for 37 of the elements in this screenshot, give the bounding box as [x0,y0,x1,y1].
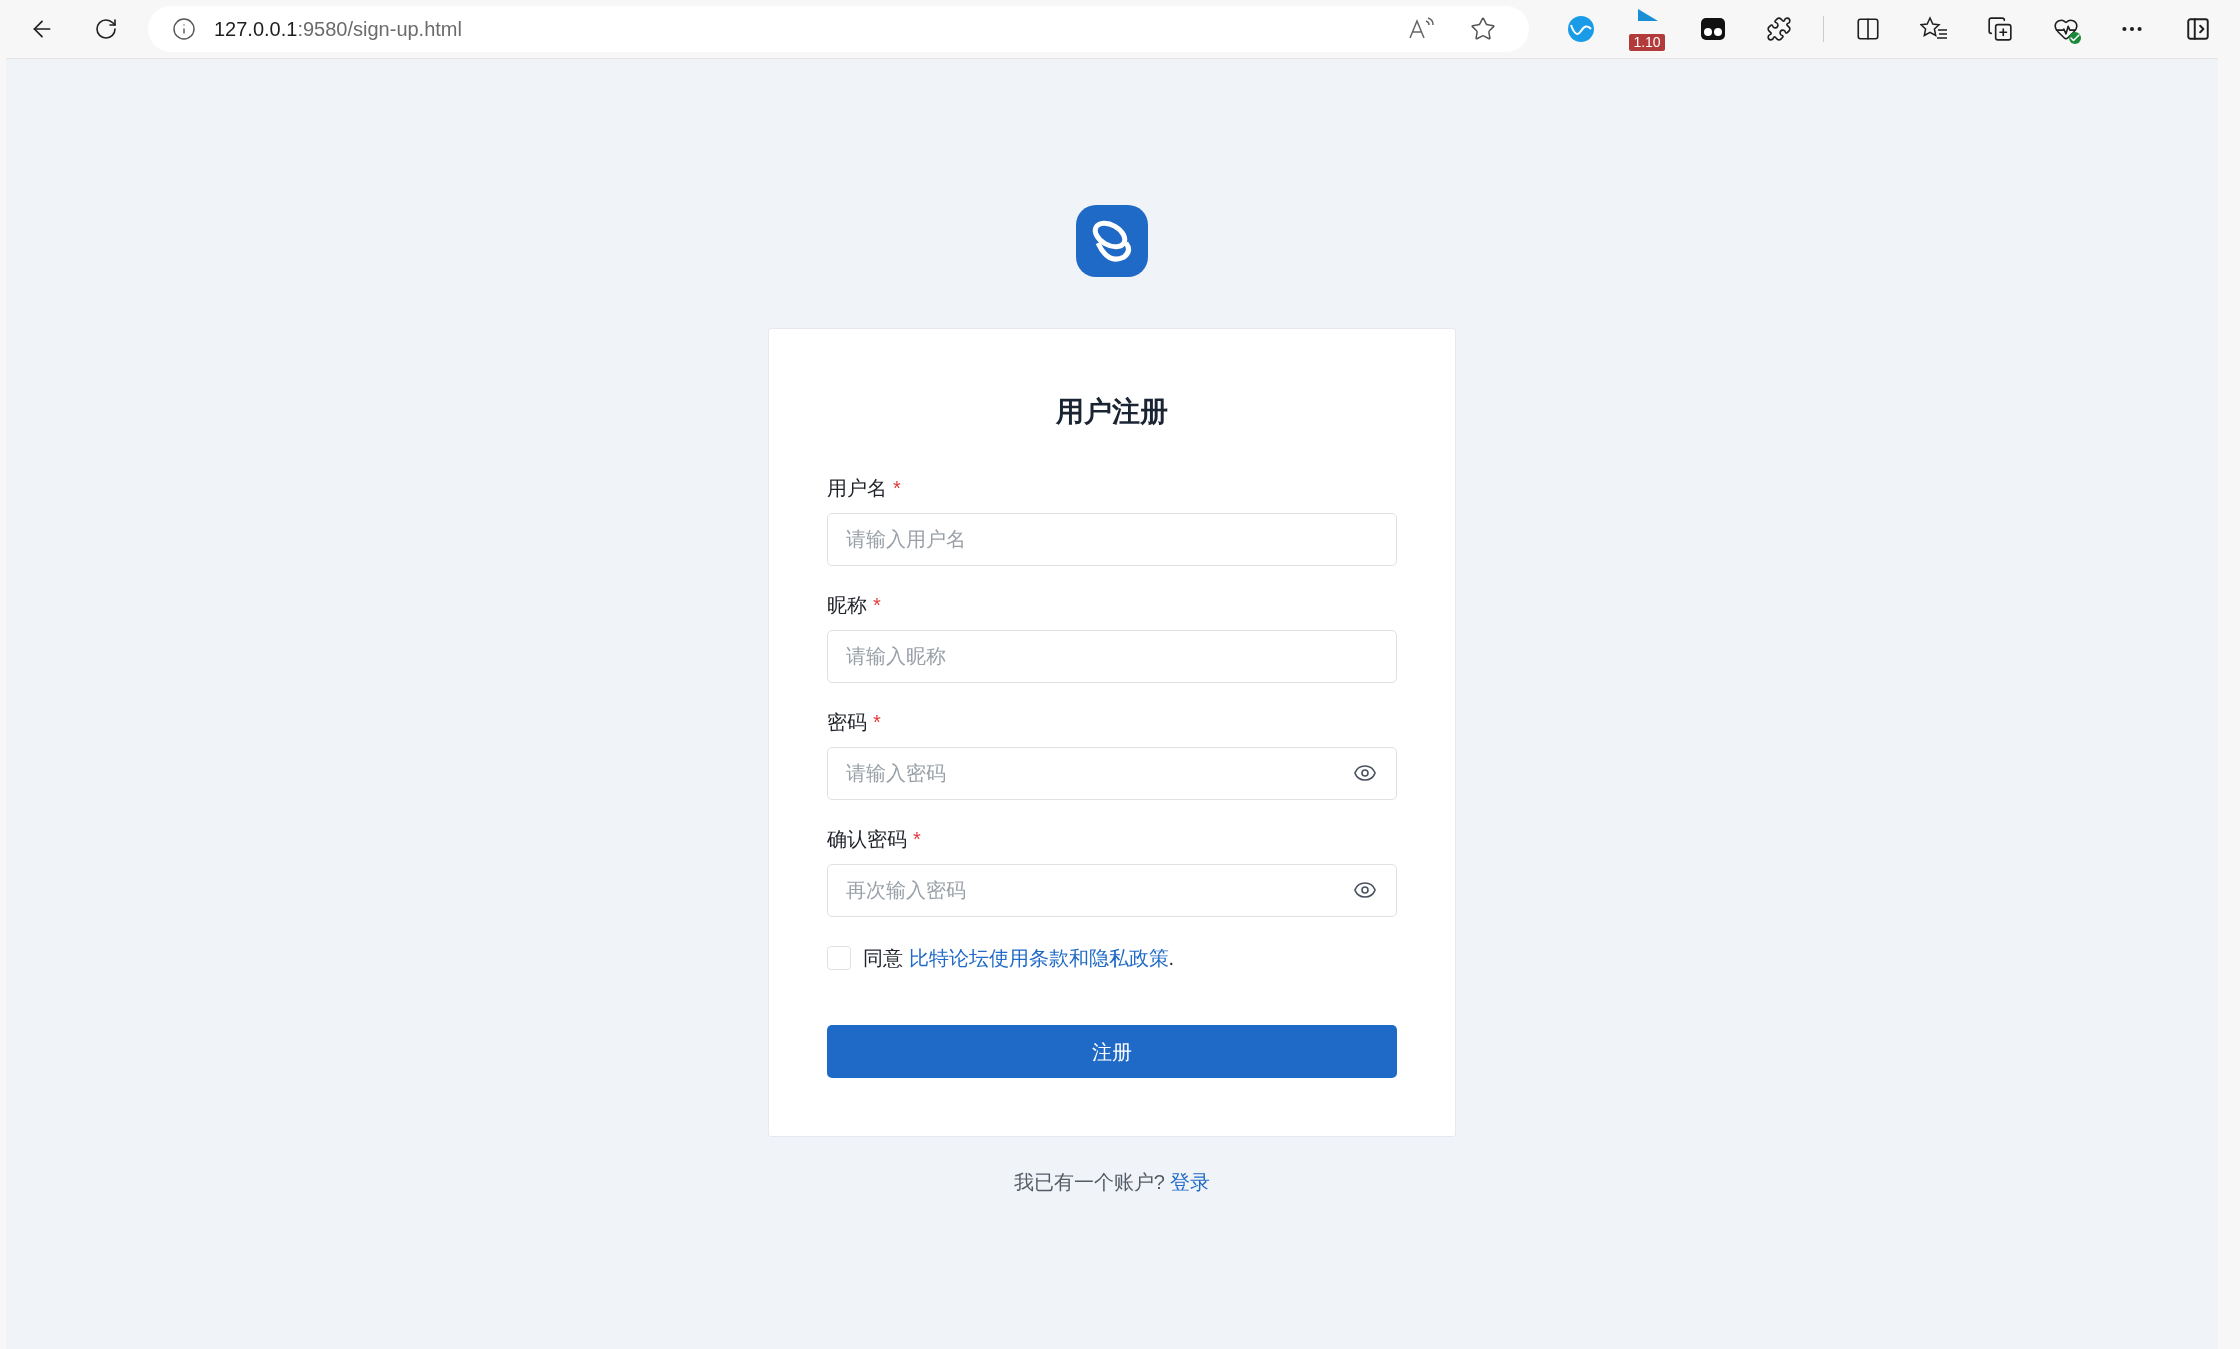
health-icon[interactable] [2053,16,2079,42]
logo-icon [1076,205,1148,277]
field-label: 密码 [827,710,867,735]
favorite-icon[interactable] [1470,16,1496,42]
url-path: :9580/sign-up.html [297,17,462,42]
field-label: 昵称 [827,593,867,618]
input-field[interactable]: 请输入昵称 [827,630,1397,683]
sidebar-icon[interactable] [2185,16,2211,42]
input-field[interactable]: 请输入密码 [827,747,1397,800]
login-prompt: 我已有一个账户? 登录 [1013,1170,1211,1195]
reload-icon[interactable] [94,17,118,41]
required-mark: * [873,710,881,735]
collections-icon[interactable] [1987,16,2013,42]
input-field[interactable]: 请输入用户名 [827,513,1397,566]
terms-link[interactable]: 比特论坛使用条款和隐私政策 [908,947,1169,969]
url-host: 127.0.0.1 [214,17,298,42]
split-screen-icon[interactable] [1855,16,1881,42]
required-mark: * [913,827,921,852]
register-button[interactable]: 注册 [827,1025,1397,1078]
agree-checkbox[interactable] [827,946,851,970]
input-field[interactable]: 再次输入密码 [827,864,1397,917]
extension-badge: 1.10 [1629,34,1665,51]
extensions-icon[interactable] [1766,16,1792,42]
login-link[interactable]: 登录 [1170,1171,1211,1193]
agreement-text: 同意 比特论坛使用条款和隐私政策. [863,946,1175,971]
flag-extension-button[interactable]: 1.10 [1625,7,1669,51]
field-label: 确认密码 [827,827,907,852]
form-title: 用户注册 [1055,395,1169,429]
required-mark: * [893,476,901,501]
mask-extension-icon[interactable] [1700,17,1726,41]
read-aloud-icon[interactable] [1407,17,1435,41]
wave-extension-icon[interactable] [1567,15,1595,43]
favorites-icon[interactable] [1920,16,1948,42]
required-mark: * [873,593,881,618]
info-icon[interactable] [172,17,196,41]
address-bar[interactable]: 127.0.0.1:9580/sign-up.html [148,6,1529,52]
field-label: 用户名 [827,476,887,501]
